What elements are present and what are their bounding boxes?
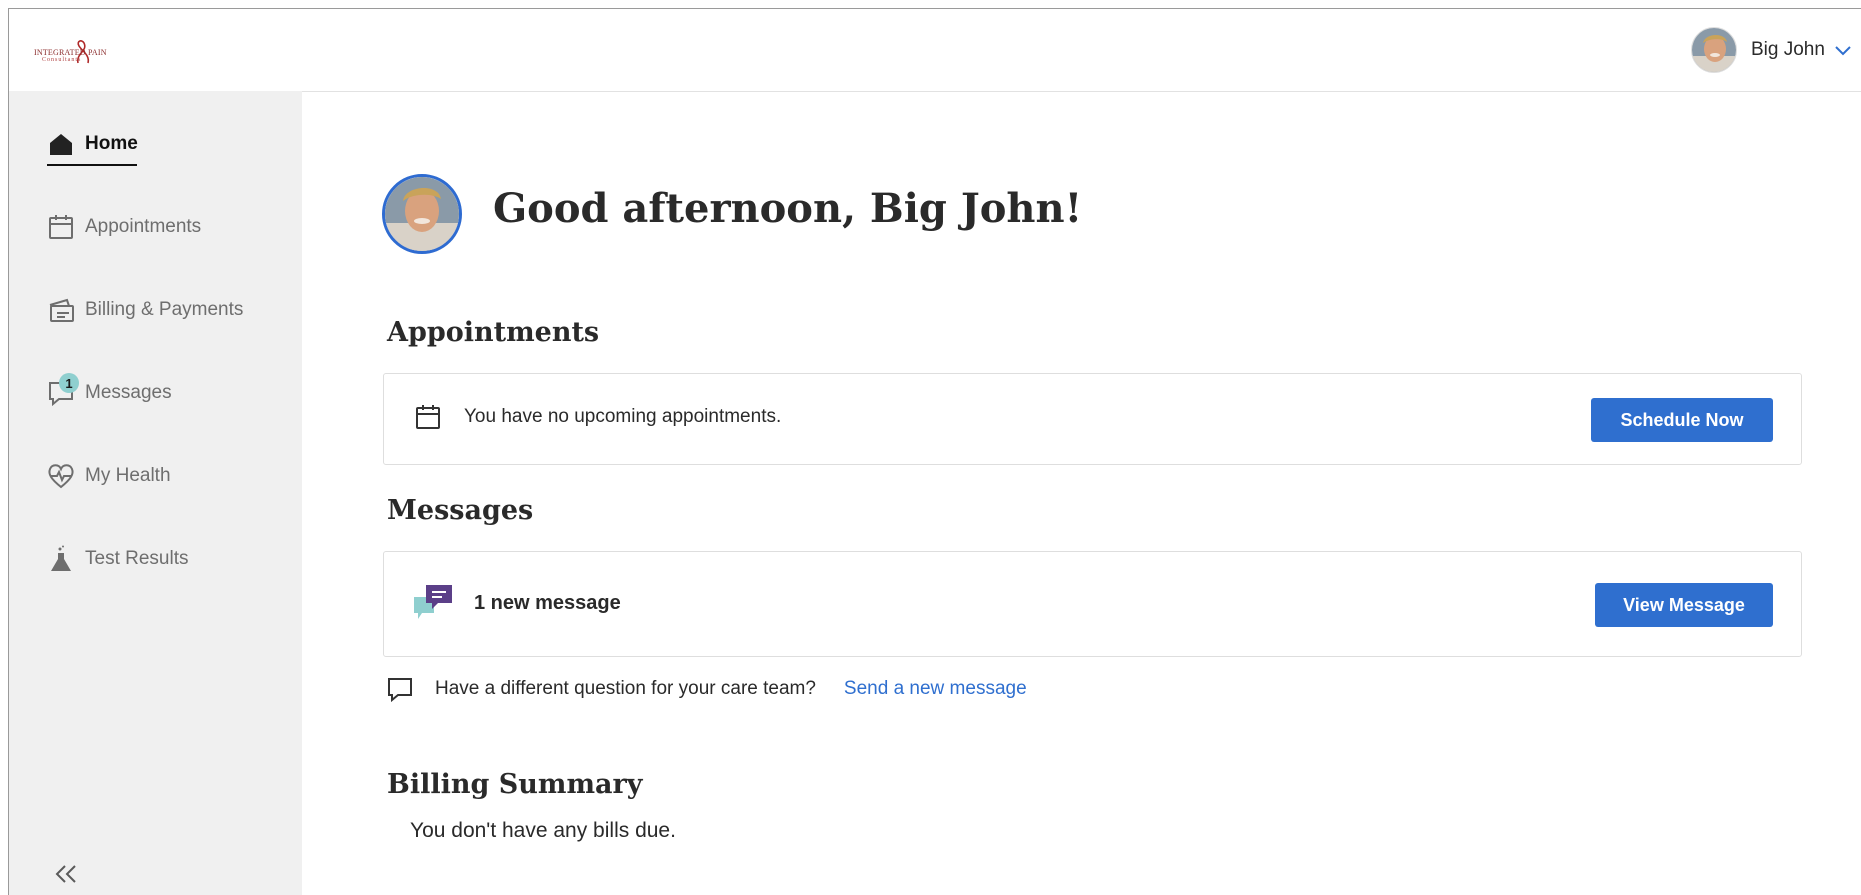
message-icon: 1 — [47, 373, 79, 407]
sidebar-item-label: Home — [85, 133, 138, 154]
user-menu[interactable]: Big John — [1691, 25, 1861, 75]
billing-icon — [47, 296, 75, 324]
flask-icon — [47, 545, 75, 573]
double-chevron-left-icon[interactable] — [54, 864, 78, 884]
user-name[interactable]: Big John — [1751, 39, 1825, 61]
billing-summary-text: You don't have any bills due. — [410, 819, 676, 842]
app-window: INTEGRATED PAIN Consultants Big John Hom… — [8, 8, 1861, 895]
collapse-sidebar-button[interactable] — [54, 864, 78, 889]
no-appointments-text: You have no upcoming appointments. — [464, 406, 782, 427]
appointments-card: You have no upcoming appointments. Sched… — [383, 373, 1802, 465]
messages-heading: Messages — [387, 495, 534, 526]
logo-text-sub: Consultants — [42, 57, 82, 63]
home-icon — [47, 130, 75, 158]
page-title: Good afternoon, Big John! — [493, 185, 1083, 232]
schedule-now-button[interactable]: Schedule Now — [1591, 398, 1773, 442]
sidebar-item-label: Billing & Payments — [85, 299, 244, 320]
sidebar-item-my-health[interactable]: My Health — [47, 456, 171, 496]
sidebar-item-label: My Health — [85, 465, 171, 486]
sidebar-item-appointments[interactable]: Appointments — [47, 207, 201, 247]
view-message-button[interactable]: View Message — [1595, 583, 1773, 627]
logo-text-main: INTEGRATED PAIN — [34, 48, 107, 57]
main-content: Good afternoon, Big John! Appointments Y… — [302, 91, 1861, 895]
send-new-message-link[interactable]: Send a new message — [844, 678, 1027, 700]
chevron-down-icon[interactable] — [1835, 46, 1851, 56]
calendar-icon — [47, 213, 75, 241]
sidebar-item-home[interactable]: Home — [47, 124, 138, 166]
brand-logo[interactable]: INTEGRATED PAIN Consultants — [34, 39, 124, 73]
avatar[interactable] — [382, 174, 462, 254]
avatar[interactable] — [1691, 27, 1737, 73]
calendar-icon — [416, 405, 440, 429]
new-message-count: 1 new message — [474, 592, 621, 614]
sidebar-item-label: Appointments — [85, 216, 202, 237]
billing-heading: Billing Summary — [387, 769, 643, 800]
heart-pulse-icon — [47, 462, 75, 490]
sidebar-item-label: Test Results — [85, 548, 189, 569]
active-indicator — [47, 164, 137, 166]
new-question-row: Have a different question for your care … — [387, 674, 1027, 704]
sidebar-item-test-results[interactable]: Test Results — [47, 539, 188, 579]
appointments-heading: Appointments — [387, 317, 600, 348]
sidebar-item-messages[interactable]: 1 Messages — [47, 373, 172, 413]
question-prompt: Have a different question for your care … — [435, 678, 816, 699]
top-header: INTEGRATED PAIN Consultants Big John — [9, 9, 1861, 92]
sidebar-item-label: Messages — [85, 382, 172, 403]
chat-bubbles-icon — [414, 585, 452, 619]
sidebar: Home Appointments Billing & Payments 1 M… — [9, 91, 302, 895]
messages-card: 1 new message View Message — [383, 551, 1802, 657]
unread-badge: 1 — [59, 373, 79, 393]
message-icon — [388, 678, 412, 702]
sidebar-item-billing[interactable]: Billing & Payments — [47, 290, 243, 330]
